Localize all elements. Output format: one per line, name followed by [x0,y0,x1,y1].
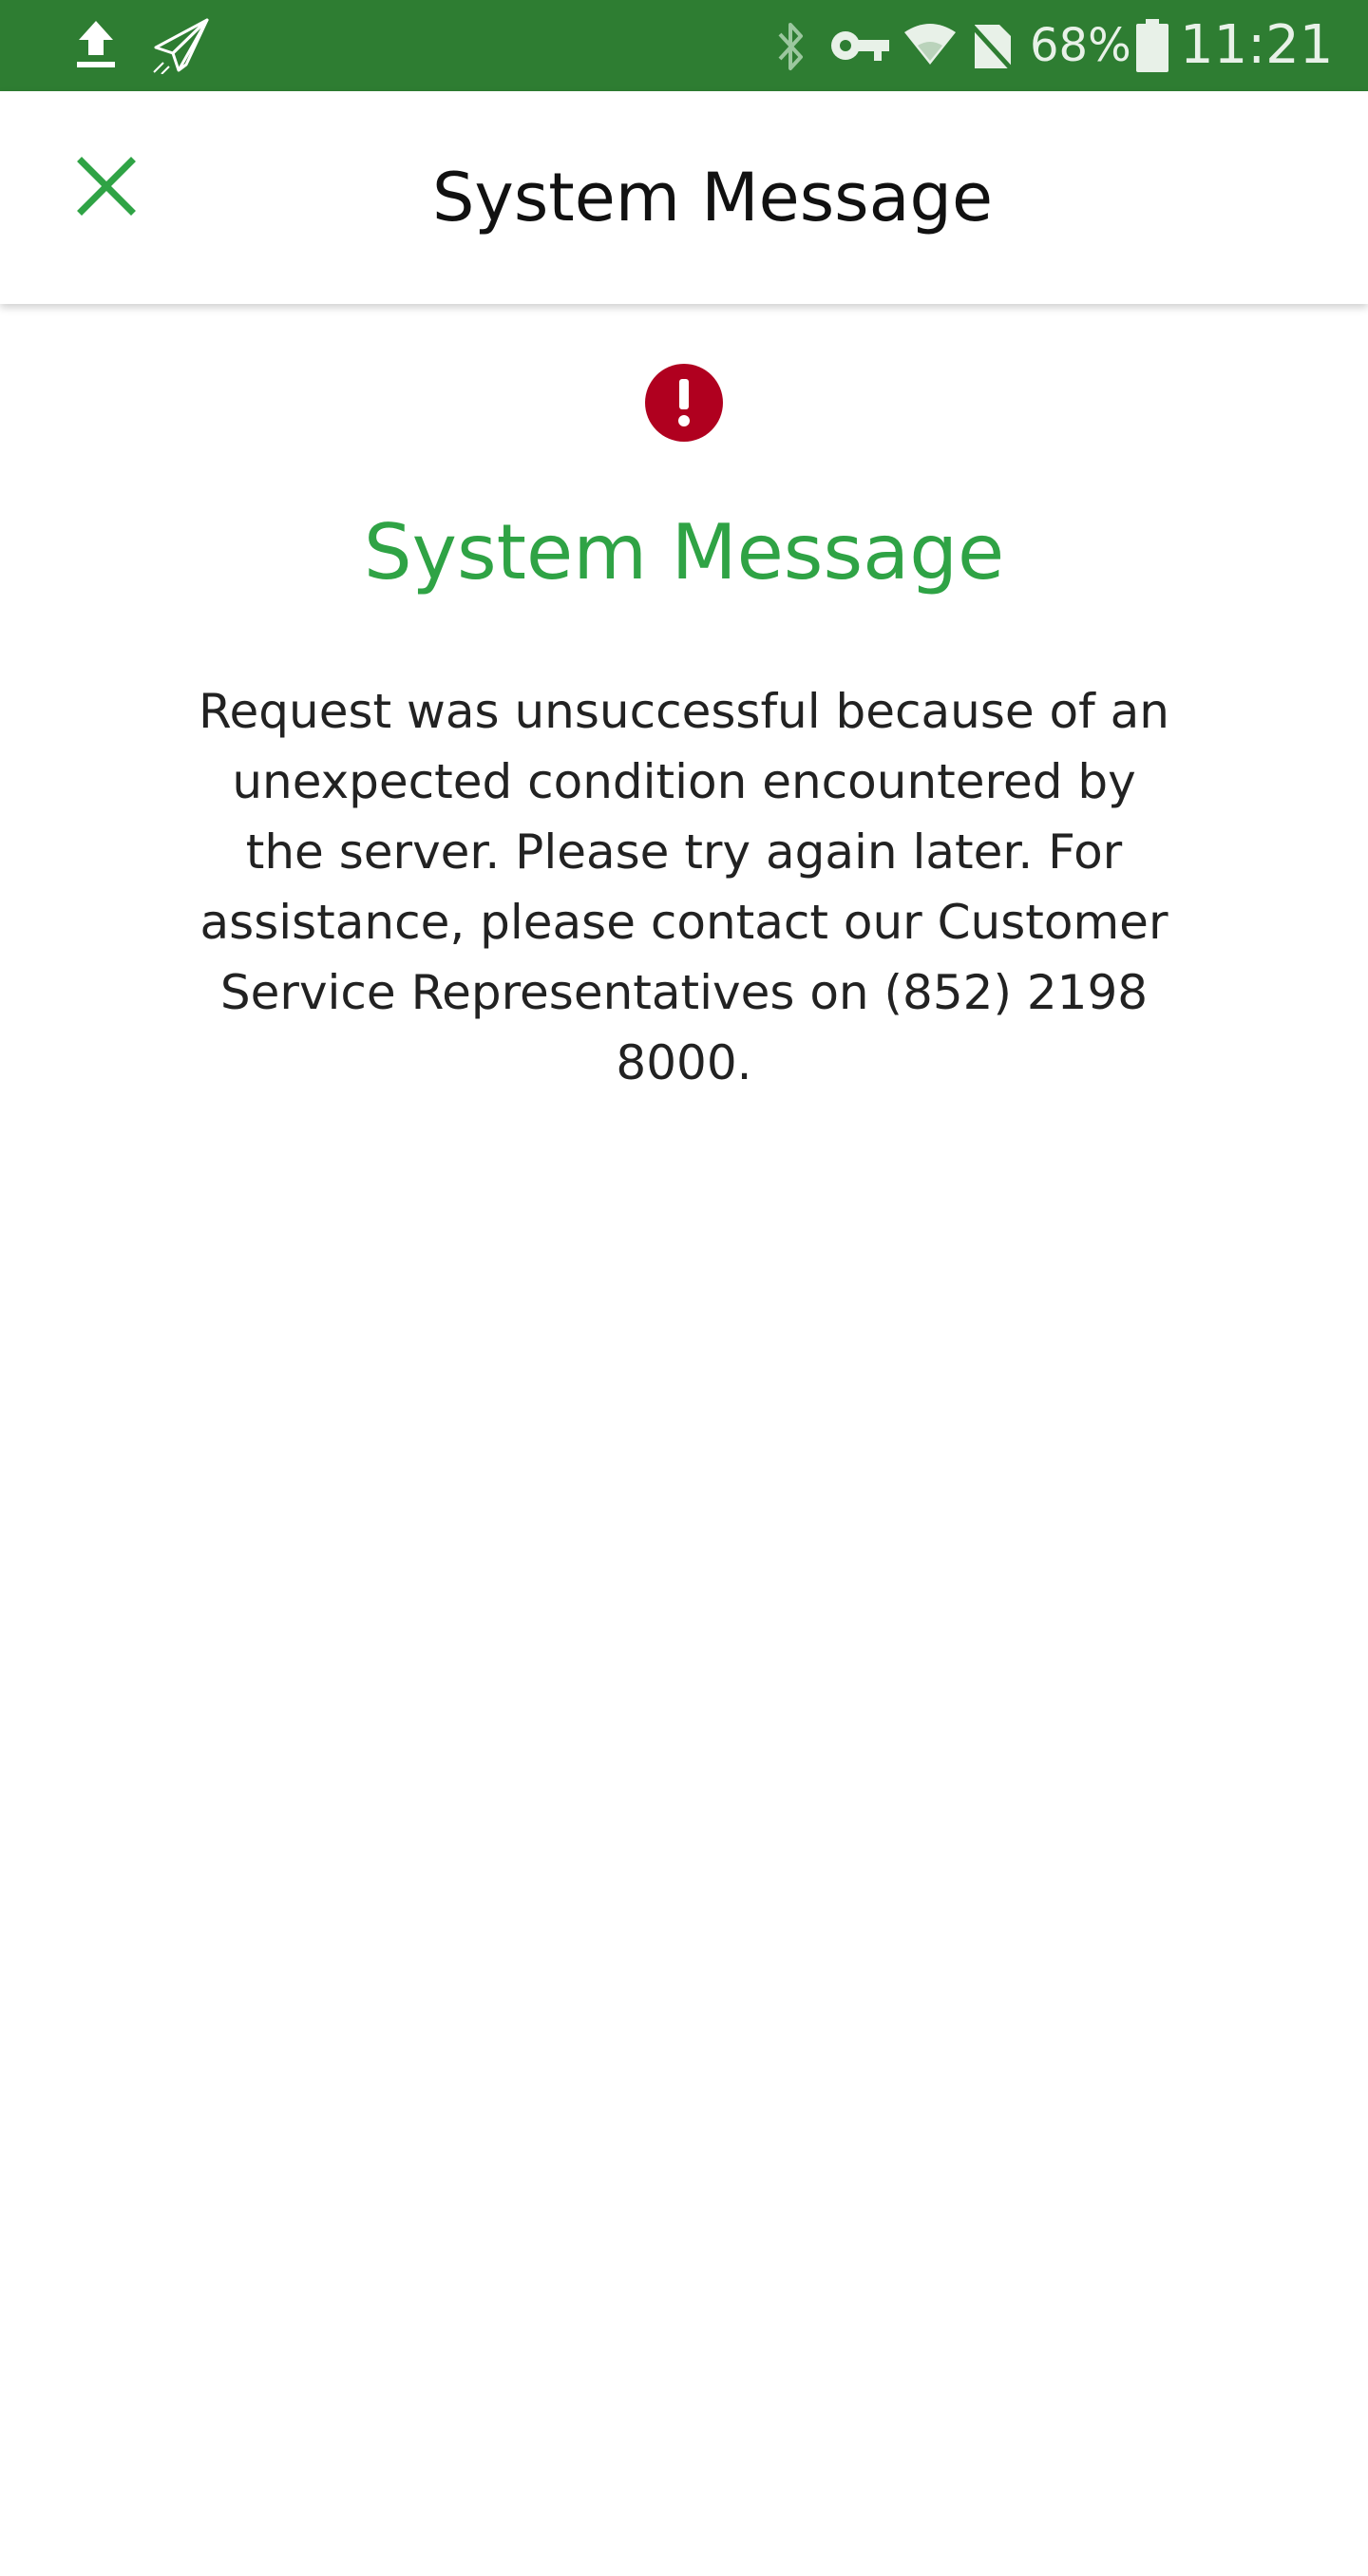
page-title: System Message [431,159,994,237]
status-bar: 68% 11:21 [0,0,1368,91]
app-bar: System Message [0,91,1368,304]
message-body: Request was unsuccessful because of an u… [199,684,1169,1090]
error-alert-icon [645,364,723,442]
no-sim-icon [971,25,1013,70]
message-content: System Message Request was unsuccessful … [0,304,1368,2576]
message-title: System Message [363,508,1005,597]
upload-icon [77,21,115,67]
battery-icon [1136,19,1168,72]
vpn-key-icon [831,31,889,61]
paper-plane-icon [153,18,209,74]
clock: 11:21 [1180,14,1334,76]
wifi-icon [904,24,956,65]
bluetooth-icon [778,23,803,70]
battery-percent: 68% [1030,19,1131,72]
